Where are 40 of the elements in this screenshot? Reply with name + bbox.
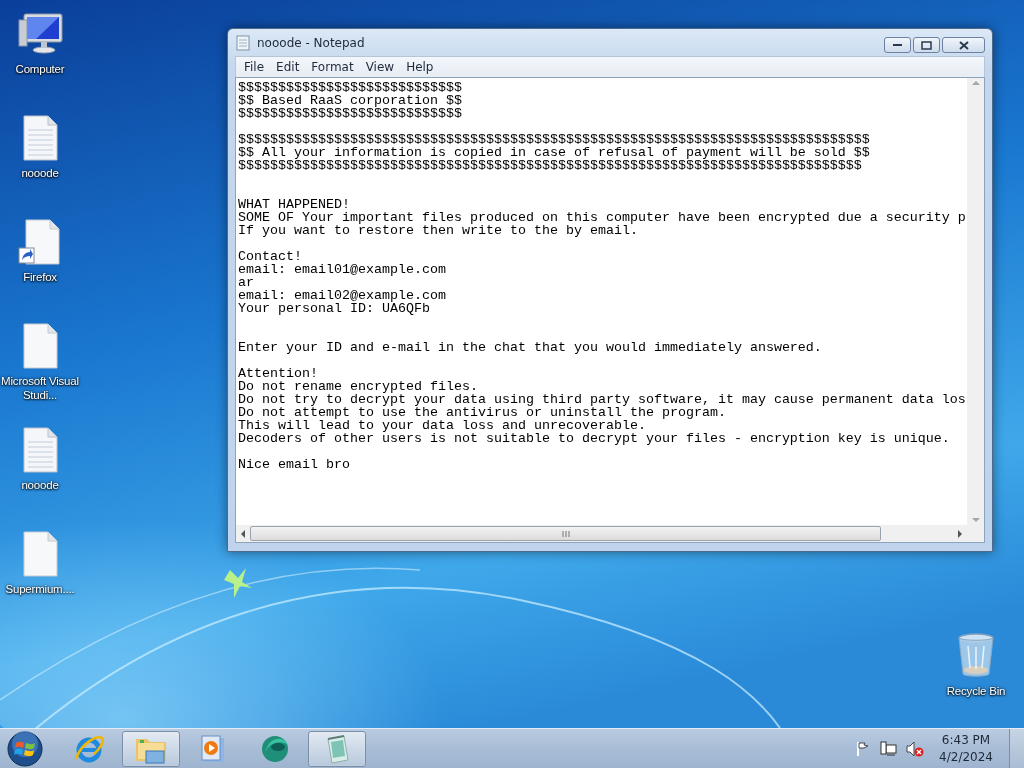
minimize-icon: [893, 43, 902, 47]
grip-icon: [561, 530, 570, 537]
menu-item[interactable]: View: [359, 60, 401, 74]
scroll-thumb[interactable]: [250, 526, 881, 541]
icon-label[interactable]: Firefox: [23, 270, 57, 284]
icon-label[interactable]: Microsoft Visual Studi...: [0, 374, 80, 402]
menu-item[interactable]: Help: [400, 60, 440, 74]
maximize-button[interactable]: [913, 37, 940, 53]
menu-item[interactable]: Edit: [270, 60, 306, 74]
icon-label[interactable]: Computer: [15, 62, 65, 76]
text-file-icon: [20, 114, 60, 162]
close-icon: [958, 40, 969, 50]
window-title: nooode - Notepad: [257, 35, 366, 50]
show-desktop-button[interactable]: [1009, 728, 1024, 768]
blank-file-icon: [20, 322, 60, 370]
scroll-up-icon[interactable]: [971, 78, 980, 88]
taskbar-button[interactable]: [122, 730, 180, 767]
minimize-button[interactable]: [884, 37, 911, 53]
recycle-bin-icon: [956, 632, 996, 680]
maximize-icon: [921, 40, 932, 50]
scroll-down-icon[interactable]: [971, 515, 980, 525]
blank-file-icon: [20, 530, 60, 578]
network-icon[interactable]: [879, 740, 898, 757]
scroll-right-icon[interactable]: [955, 529, 965, 538]
clock-time[interactable]: 6:43 PM: [941, 731, 991, 749]
start-button[interactable]: [6, 729, 44, 768]
sparkle-icon: [224, 568, 252, 598]
taskbar-button[interactable]: [308, 730, 366, 767]
icon-label[interactable]: nooode: [21, 166, 59, 180]
icon-label[interactable]: Recycle Bin: [946, 684, 1006, 698]
close-button[interactable]: [942, 37, 985, 53]
menu-item[interactable]: File: [238, 60, 271, 74]
vertical-scrollbar[interactable]: [967, 78, 984, 525]
menu-item[interactable]: Format: [305, 60, 360, 74]
muted-speaker-icon[interactable]: [905, 740, 926, 757]
text-file-icon: [20, 426, 60, 474]
notepad-icon: [235, 34, 251, 51]
shortcut-file-icon: [18, 218, 62, 266]
clock-date[interactable]: 4/2/2024: [939, 748, 993, 766]
horizontal-scrollbar[interactable]: [236, 525, 967, 542]
